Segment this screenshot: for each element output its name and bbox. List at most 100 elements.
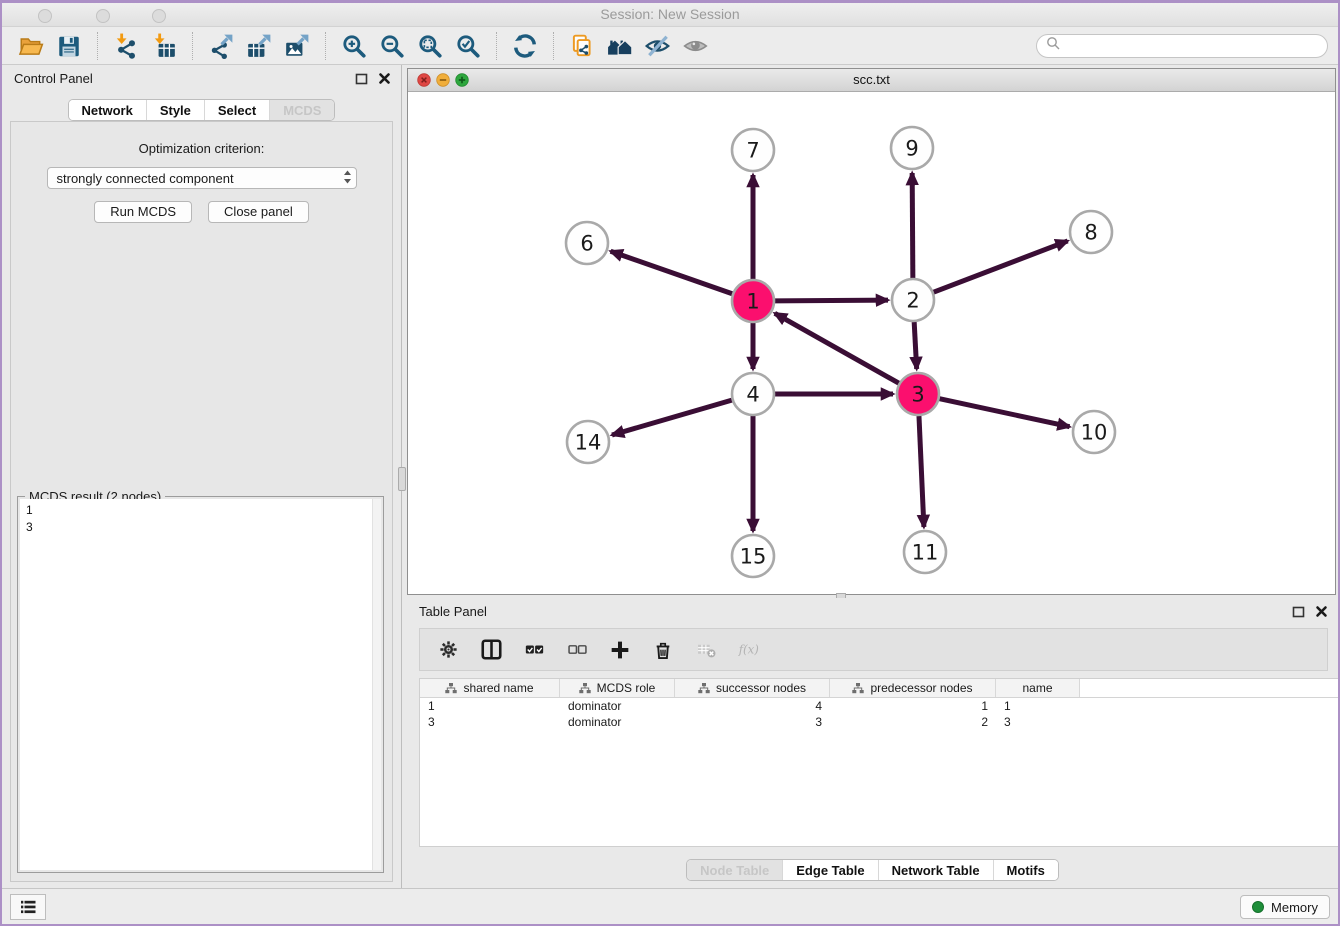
tab-network[interactable]: Network: [69, 100, 146, 120]
node-label-10: 10: [1081, 421, 1108, 445]
save-session-icon: [56, 33, 82, 59]
zoom-in-button[interactable]: [335, 31, 373, 61]
hide-selected-icon: [645, 33, 671, 59]
settings-icon: [439, 640, 458, 659]
network-graph: 7968124314101511: [408, 92, 1335, 595]
close-table-panel-icon[interactable]: [1315, 605, 1328, 623]
tab-motifs[interactable]: Motifs: [993, 860, 1058, 880]
column-header-label: successor nodes: [716, 681, 806, 695]
table-row[interactable]: 3dominator323: [420, 714, 1338, 730]
split-view-button[interactable]: [480, 639, 502, 661]
show-all-button[interactable]: [677, 31, 715, 61]
toolbar-separator: [97, 32, 98, 60]
zoom-fit-button[interactable]: [411, 31, 449, 61]
delete-table-icon: [697, 640, 716, 659]
table-cell[interactable]: 1: [830, 699, 996, 713]
column-header-shared-name[interactable]: shared name: [420, 679, 560, 697]
select-all-icon: [525, 640, 544, 659]
edge-1-2[interactable]: [775, 300, 888, 301]
import-table-button[interactable]: [145, 31, 183, 61]
deselect-all-button[interactable]: [566, 639, 588, 661]
export-network-icon: [208, 33, 234, 59]
table-cell[interactable]: 3: [996, 715, 1080, 729]
table-cell[interactable]: 2: [830, 715, 996, 729]
result-scrollbar[interactable]: [372, 499, 381, 870]
memory-button[interactable]: Memory: [1240, 895, 1330, 919]
main-titlebar: Session: New Session: [2, 3, 1338, 27]
panel-divider-grip[interactable]: [398, 467, 406, 491]
delete-row-button[interactable]: [652, 639, 674, 661]
close-panel-button[interactable]: Close panel: [208, 201, 309, 223]
clone-network-button[interactable]: [563, 31, 601, 61]
node-label-7: 7: [746, 139, 759, 163]
column-header-MCDS-role[interactable]: MCDS role: [560, 679, 675, 697]
edge-3-11[interactable]: [919, 416, 924, 527]
open-session-button[interactable]: [12, 31, 50, 61]
first-neighbors-button[interactable]: [601, 31, 639, 61]
column-header-name[interactable]: name: [996, 679, 1080, 697]
toolbar-separator: [496, 32, 497, 60]
tab-network-table[interactable]: Network Table: [878, 860, 993, 880]
tab-style[interactable]: Style: [146, 100, 204, 120]
node-table[interactable]: shared nameMCDS role successor nodes prede…: [419, 678, 1338, 847]
select-all-button[interactable]: [523, 639, 545, 661]
delete-table-button: [695, 639, 717, 661]
criterion-dropdown[interactable]: strongly connected component: [47, 167, 357, 189]
tab-select[interactable]: Select: [204, 100, 269, 120]
float-panel-icon[interactable]: [355, 72, 368, 90]
table-body: 1dominator4113dominator323: [420, 698, 1338, 730]
close-panel-icon[interactable]: [378, 72, 391, 90]
export-table-button[interactable]: [240, 31, 278, 61]
float-table-panel-icon[interactable]: [1292, 605, 1305, 623]
window-title: Session: New Session: [2, 6, 1338, 22]
memory-status-icon: [1252, 901, 1264, 913]
edge-2-3[interactable]: [914, 322, 917, 369]
run-mcds-button[interactable]: Run MCDS: [94, 201, 192, 223]
export-network-button[interactable]: [202, 31, 240, 61]
column-header-successor-nodes[interactable]: successor nodes: [675, 679, 830, 697]
refresh-network-button[interactable]: [506, 31, 544, 61]
mcds-result-area[interactable]: 1 3: [20, 499, 381, 870]
column-header-predecessor-nodes[interactable]: predecessor nodes: [830, 679, 996, 697]
table-toolbar: f(x): [419, 628, 1328, 671]
hide-selected-button[interactable]: [639, 31, 677, 61]
save-session-button[interactable]: [50, 31, 88, 61]
table-cell[interactable]: dominator: [560, 699, 675, 713]
search-box[interactable]: [1036, 34, 1328, 58]
add-row-button[interactable]: [609, 639, 631, 661]
search-input[interactable]: [1065, 37, 1318, 54]
table-cell[interactable]: 4: [675, 699, 830, 713]
export-image-button[interactable]: [278, 31, 316, 61]
tab-mcds[interactable]: MCDS: [269, 100, 334, 120]
network-canvas[interactable]: 7968124314101511: [408, 92, 1335, 594]
table-cell[interactable]: 3: [420, 715, 560, 729]
edge-1-6[interactable]: [611, 251, 733, 293]
node-label-4: 4: [746, 383, 759, 407]
task-history-button[interactable]: [10, 894, 46, 920]
table-row[interactable]: 1dominator411: [420, 698, 1338, 714]
export-table-icon: [246, 33, 272, 59]
edge-4-14[interactable]: [612, 400, 732, 435]
edge-2-8[interactable]: [934, 241, 1068, 292]
table-cell[interactable]: 1: [420, 699, 560, 713]
node-label-9: 9: [905, 137, 918, 161]
split-view-icon: [481, 639, 502, 660]
edge-3-1[interactable]: [775, 313, 899, 383]
node-label-3: 3: [911, 383, 924, 407]
tab-node-table[interactable]: Node Table: [687, 860, 782, 880]
table-cell[interactable]: 1: [996, 699, 1080, 713]
mcds-panel: Optimization criterion: strongly connect…: [10, 121, 393, 882]
edge-3-10[interactable]: [940, 399, 1070, 427]
table-cell[interactable]: dominator: [560, 715, 675, 729]
table-cell[interactable]: 3: [675, 715, 830, 729]
zoom-selected-button[interactable]: [449, 31, 487, 61]
table-panel: Table Panel f(x) shared nameMCDS role suc…: [407, 598, 1338, 886]
table-panel-title: Table Panel: [419, 604, 487, 619]
edge-2-9[interactable]: [912, 173, 913, 278]
tab-edge-table[interactable]: Edge Table: [782, 860, 877, 880]
node-label-11: 11: [912, 541, 939, 565]
application-window: Session: New Session Control Panel: [0, 0, 1340, 926]
import-network-button[interactable]: [107, 31, 145, 61]
zoom-out-button[interactable]: [373, 31, 411, 61]
settings-button[interactable]: [437, 639, 459, 661]
